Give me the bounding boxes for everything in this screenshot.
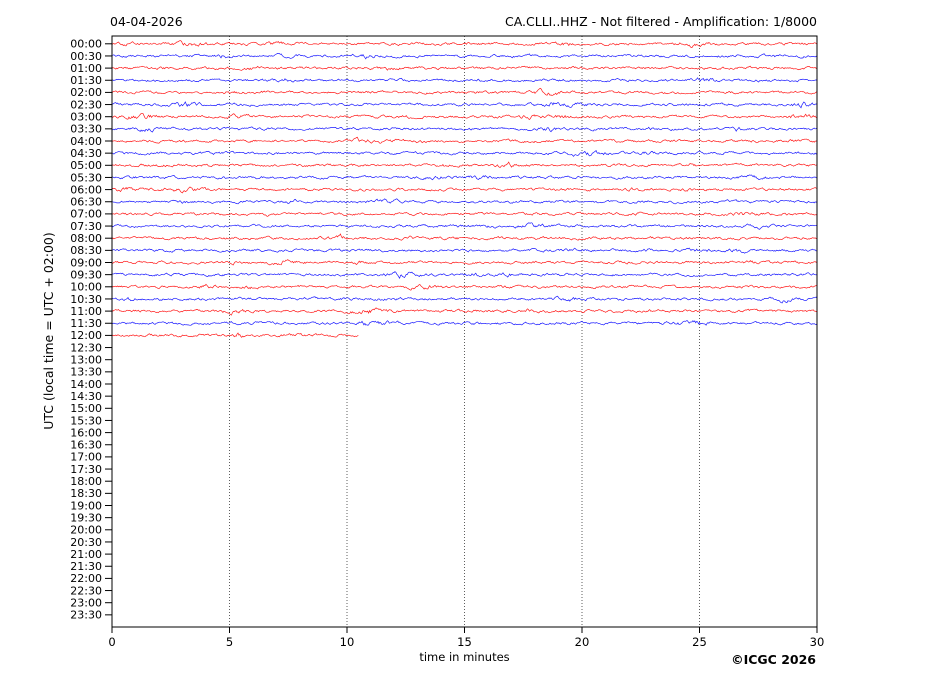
trace-row-12:00 [111,332,359,338]
y-tick-label: 09:30 [70,268,102,281]
plot-title: CA.CLLI..HHZ - Not filtered - Amplificat… [505,14,817,29]
x-tick-label: 30 [810,635,825,649]
y-tick-label: 00:30 [70,50,102,63]
y-tick-label: 15:30 [70,414,102,427]
helicorder-page: 04-04-2026 CA.CLLI..HHZ - Not filtered -… [0,0,927,696]
y-tick-label: 21:00 [70,548,102,561]
y-tick-label: 19:00 [70,499,102,512]
y-tick-label: 08:00 [70,232,102,245]
y-tick-label: 10:30 [70,293,102,306]
x-tick-label: 20 [575,635,590,649]
x-tick-label: 15 [457,635,472,649]
y-tick-label: 11:30 [70,317,102,330]
y-tick-label: 06:00 [70,183,102,196]
plot-border [111,35,818,628]
y-tick-label: 03:00 [70,111,102,124]
x-tick-label: 10 [340,635,355,649]
y-tick-label: 20:30 [70,536,102,549]
y-tick-label: 04:00 [70,135,102,148]
y-tick-label: 02:30 [70,98,102,111]
trace-row-06:30 [112,198,818,205]
x-tick-label: 0 [108,635,115,649]
y-tick-label: 22:00 [70,572,102,585]
copyright: ©ICGC 2026 [731,652,816,667]
y-tick-label: 12:00 [70,329,102,342]
y-tick-label: 21:30 [70,560,102,573]
y-axis-label: UTC (local time = UTC + 02:00) [41,232,56,430]
y-tick-label: 01:00 [70,62,102,75]
y-tick-label: 07:30 [70,220,102,233]
helicorder-plot: 04-04-2026 CA.CLLI..HHZ - Not filtered -… [41,14,824,667]
plot-date: 04-04-2026 [110,14,183,29]
y-tick-label: 22:30 [70,584,102,597]
y-tick-label: 01:30 [70,74,102,87]
y-tick-label: 11:00 [70,305,102,318]
y-tick-label: 05:00 [70,159,102,172]
trace-row-02:00 [111,87,818,96]
x-axis-ticks: 0 5 10 15 20 25 30 [108,627,824,649]
y-tick-label: 05:30 [70,171,102,184]
trace-row-00:00 [111,40,818,48]
y-tick-label: 14:00 [70,378,102,391]
y-tick-label: 16:00 [70,426,102,439]
x-tick-label: 25 [692,635,707,649]
y-tick-label: 06:30 [70,196,102,209]
y-tick-label: 03:30 [70,123,102,136]
x-axis-label: time in minutes [419,650,509,664]
y-tick-label: 13:00 [70,354,102,367]
y-tick-label: 18:30 [70,487,102,500]
y-tick-label: 16:30 [70,439,102,452]
trace-row-11:00 [111,307,818,316]
trace-row-09:30 [111,271,818,279]
x-tick-label: 5 [226,635,233,649]
y-tick-label: 02:00 [70,86,102,99]
seismic-traces [111,40,818,338]
y-tick-label: 20:00 [70,524,102,537]
y-tick-label: 00:00 [70,38,102,51]
y-tick-label: 15:00 [70,402,102,415]
y-tick-label: 23:30 [70,609,102,622]
y-tick-label: 18:00 [70,475,102,488]
y-tick-label: 12:30 [70,341,102,354]
trace-row-05:30 [111,174,818,181]
y-tick-label: 17:30 [70,463,102,476]
y-tick-label: 09:00 [70,256,102,269]
y-tick-label: 08:30 [70,244,102,257]
gridlines [229,36,700,627]
y-tick-label: 17:00 [70,451,102,464]
y-tick-label: 07:00 [70,208,102,221]
y-tick-label: 19:30 [70,511,102,524]
y-tick-label: 10:00 [70,281,102,294]
y-axis-ticks: 00:0000:3001:0001:3002:0002:3003:0003:30… [70,38,112,622]
trace-row-07:00 [111,211,818,217]
y-tick-label: 23:00 [70,597,102,610]
y-tick-label: 04:30 [70,147,102,160]
y-tick-label: 14:30 [70,390,102,403]
y-tick-label: 13:30 [70,366,102,379]
